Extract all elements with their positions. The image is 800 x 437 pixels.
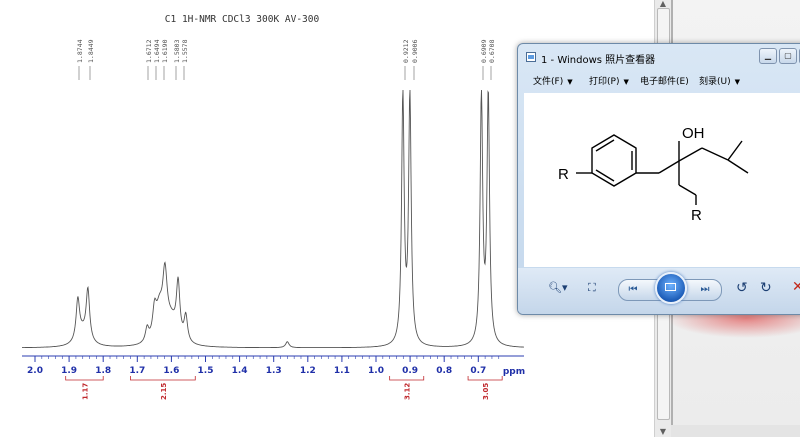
peak-label: 0.6708 — [488, 39, 496, 63]
slideshow-icon — [665, 283, 676, 291]
viewer-titlebar[interactable]: 1 - Windows 照片查看器 ▁ ▢ ✕ — [518, 44, 800, 70]
peak-label: 0.6909 — [480, 39, 488, 63]
axis-tick-label: 2.0 — [27, 366, 43, 376]
maximize-icon[interactable]: ▢ — [779, 48, 797, 64]
chevron-down-icon: ▼ — [567, 78, 573, 86]
axis-tick-label: 0.7 — [470, 366, 486, 376]
next-icon[interactable]: ⏭ — [695, 282, 715, 298]
integral-group: 1.17 2.15 3.12 3.05 — [65, 376, 503, 400]
background-bottom-strip — [671, 425, 800, 437]
axis-tick-label: 1.5 — [198, 366, 214, 376]
chevron-down-icon: ▼ — [734, 78, 741, 86]
rotate-left-icon[interactable]: ↺ — [736, 280, 748, 296]
axis-tick-label: 0.9 — [402, 366, 418, 376]
image-canvas: OH R R — [524, 93, 800, 267]
delete-icon[interactable]: ✕ — [792, 279, 800, 295]
peak-label: 0.9006 — [411, 39, 419, 63]
r-group-left-label: R — [558, 166, 569, 183]
menu-email[interactable]: 电子邮件(E) — [640, 74, 689, 87]
axis-tick-label: 1.0 — [368, 366, 384, 376]
hydroxyl-label: OH — [682, 125, 705, 142]
r-group-bottom-label: R — [691, 207, 702, 224]
peak-label: 1.6190 — [161, 39, 169, 63]
axis-tick-label: 1.4 — [232, 366, 248, 376]
chevron-down-icon: ▼ — [623, 78, 629, 86]
scroll-up-icon[interactable]: ▲ — [658, 0, 668, 8]
peak-label: 1.5578 — [181, 39, 189, 63]
photo-viewer-window[interactable]: 1 - Windows 照片查看器 ▁ ▢ ✕ 文件(F)▼ 打印(P)▼ 电子… — [517, 43, 800, 315]
axis-tick-label: 1.6 — [163, 366, 179, 376]
scroll-down-icon[interactable]: ▼ — [658, 428, 668, 436]
zoom-icon[interactable]: 🔍︎▾ — [548, 281, 568, 294]
peak-label: 0.9212 — [402, 39, 410, 63]
ppm-axis-ticks: 2.0 1.9 1.8 1.7 1.6 1.5 1.4 1.3 1.2 1.1 1.0 0.9 0.8 0… — [27, 356, 500, 376]
integral-value: 1.17 — [81, 383, 89, 400]
integral-bracket — [65, 376, 104, 381]
peak-label: 1.8449 — [87, 39, 95, 63]
minimize-icon[interactable]: ▁ — [759, 48, 777, 64]
peak-label-group: 1.8744 1.8449 1.6712 1.6494 1.6190 1.5803 1.55… — [76, 39, 496, 80]
integral-bracket — [130, 376, 196, 381]
benzene-ring — [591, 134, 637, 187]
actual-size-icon[interactable]: ⛶ — [588, 281, 596, 295]
axis-tick-label: 1.9 — [61, 366, 77, 376]
integral-value: 3.12 — [404, 383, 412, 400]
peak-label: 1.8744 — [76, 39, 84, 63]
previous-icon[interactable]: ⏮ — [623, 282, 643, 298]
peak-label: 1.6712 — [145, 39, 153, 63]
axis-tick-label: 1.3 — [266, 366, 282, 376]
axis-tick-label: 0.8 — [436, 366, 452, 376]
axis-tick-label: 1.2 — [300, 366, 316, 376]
rotate-right-icon[interactable]: ↻ — [760, 280, 772, 296]
integral-value: 3.05 — [482, 383, 490, 400]
menu-print[interactable]: 打印(P) ▼ — [589, 74, 629, 87]
peak-label: 1.6494 — [153, 39, 161, 63]
integral-value: 2.15 — [160, 383, 168, 400]
window-title: 1 - Windows 照片查看器 — [541, 55, 656, 66]
slideshow-button[interactable] — [655, 272, 687, 304]
viewer-toolbar: 🔍︎▾ ⛶ ⏮ ⏭ ↺ ↻ ✕ — [518, 268, 800, 314]
axis-tick-label: 1.8 — [95, 366, 111, 376]
ppm-unit-label: ppm — [503, 367, 525, 377]
menu-file[interactable]: 文件(F) ▼ — [533, 74, 573, 87]
spectrum-trace — [22, 89, 524, 349]
spectrum-header: C1 1H-NMR CDCl3 300K AV-300 — [165, 14, 320, 25]
photo-viewer-app-icon — [526, 52, 536, 62]
menu-burn[interactable]: 刻录(U) ▼ — [699, 74, 740, 87]
peak-label: 1.5803 — [173, 39, 181, 63]
chemical-structure: OH R R — [558, 125, 749, 224]
integral-bracket — [389, 376, 425, 381]
axis-tick-label: 1.1 — [334, 366, 350, 376]
viewer-menubar: 文件(F) ▼ 打印(P) ▼ 电子邮件(E) 刻录(U) ▼ — [524, 71, 800, 91]
axis-tick-label: 1.7 — [129, 366, 145, 376]
integral-bracket — [467, 376, 503, 381]
